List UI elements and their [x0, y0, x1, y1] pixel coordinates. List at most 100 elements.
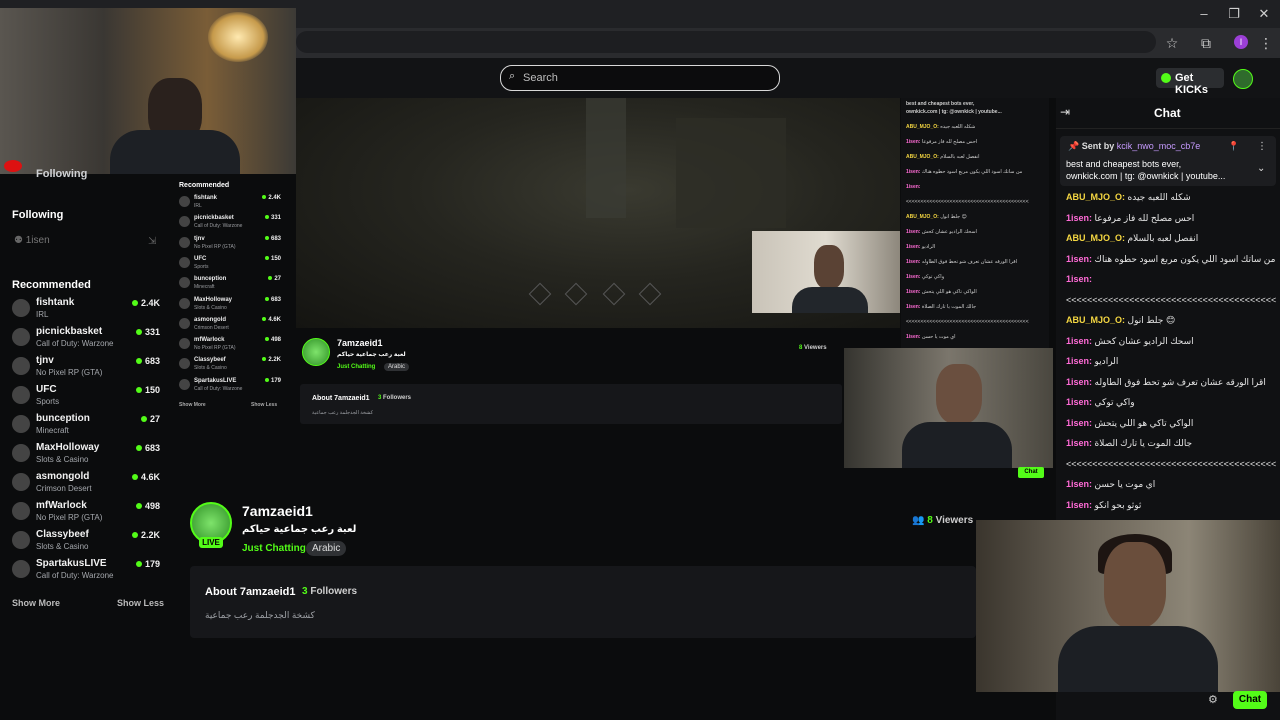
inner-chat-username: 1isen:	[906, 184, 921, 190]
address-bar[interactable]	[296, 31, 1156, 53]
chat-message: 1isen: اقرا الورقه عشان تعرف شو تحط فوق …	[1066, 377, 1276, 388]
chat-text: ثوثو بحو انكو	[1094, 499, 1142, 510]
mini-item-category: Slots & Casino	[194, 304, 227, 311]
mini-show-less: Show Less	[251, 402, 278, 408]
stream-category-link[interactable]: Just Chatting	[242, 543, 306, 554]
sidebar-item-name: bunception	[36, 413, 90, 424]
mini-avatar-icon	[179, 236, 190, 248]
inner-chat-text: اسحك الراديو عشان كحش	[921, 229, 977, 235]
sidebar-item-category: Slots & Casino	[36, 455, 89, 464]
inner-chat-message: 1isen: جالك الموت يا تارك الصلاة	[901, 303, 1049, 311]
mini-sidebar-item: Classybeef Slots & Casino 2.2K	[179, 357, 281, 377]
chat-text: شكله اللعبه جيده	[1127, 192, 1191, 202]
inner-chat-message: 1isen: الواكي تاكي هو اللي يتحش	[901, 288, 1049, 296]
chat-message: ABU_MJO_O: شكله اللعبه جيده	[1066, 192, 1276, 203]
mini-show-more: Show More	[179, 402, 206, 408]
followed-channel[interactable]: ⚉ 1isen	[14, 235, 50, 246]
channel-avatar-icon	[12, 386, 30, 404]
inner-followers-count: 3	[378, 395, 382, 401]
chat-username[interactable]: 1isen:	[1066, 418, 1092, 428]
bookmark-star-icon[interactable]: ☆	[1162, 33, 1182, 53]
search-icon: ⌕	[509, 70, 516, 82]
extensions-icon[interactable]: ⧉	[1196, 33, 1216, 53]
mini-item-category: No Pixel RP (GTA)	[194, 243, 236, 250]
mini-avatar-icon	[179, 216, 190, 228]
mini-item-category: Call of Duty: Warzone	[194, 223, 243, 230]
close-icon[interactable]: ✕	[1249, 4, 1279, 24]
show-less-link[interactable]: Show Less	[117, 598, 164, 608]
chat-username[interactable]: 1isen:	[1066, 377, 1092, 387]
unpin-icon[interactable]: 📍	[1228, 141, 1239, 152]
user-avatar[interactable]	[1233, 69, 1253, 89]
chat-username[interactable]: ABU_MJO_O:	[1066, 192, 1125, 202]
channel-name[interactable]: 7amzaeid1	[242, 503, 313, 519]
sidebar-item[interactable]: asmongold Crimson Desert 4.6K	[12, 471, 160, 499]
mini-sidebar-item: picnickbasket Call of Duty: Warzone 331	[179, 215, 281, 235]
sidebar-item-viewers: 27	[141, 414, 160, 424]
mini-recommended-heading: Recommended	[179, 182, 230, 189]
mini-avatar-icon	[179, 317, 190, 329]
sidebar-item[interactable]: picnickbasket Call of Duty: Warzone 331	[12, 326, 160, 354]
chat-username[interactable]: 1isen:	[1066, 356, 1092, 366]
chat-username[interactable]: 1isen:	[1066, 336, 1092, 346]
maximize-icon[interactable]: ❐	[1219, 4, 1249, 24]
expand-pinned-icon[interactable]: ⌄	[1257, 163, 1265, 174]
inner-followers-label: Followers	[383, 395, 412, 401]
chat-username[interactable]: 1isen:	[1066, 254, 1092, 264]
inner-chat-message: <<<<<<<<<<<<<<<<<<<<<<<<<<<<<<<<<<<<<<<<…	[901, 318, 1049, 326]
minimize-icon[interactable]: –	[1189, 4, 1219, 24]
chat-username[interactable]: 1isen:	[1066, 438, 1092, 448]
inner-chat-message: 1isen:	[901, 183, 1049, 191]
send-chat-button[interactable]: Chat	[1233, 691, 1267, 709]
sidebar-item[interactable]: mfWarlock No Pixel RP (GTA) 498	[12, 500, 160, 528]
mini-item-name: MaxHolloway	[194, 296, 233, 303]
sidebar-item[interactable]: fishtank IRL 2.4K	[12, 297, 160, 325]
mini-item-viewers: 683	[265, 236, 281, 242]
chat-username[interactable]: 1isen:	[1066, 274, 1092, 284]
mini-avatar-icon	[179, 358, 190, 370]
collapse-sidebar-icon[interactable]: ⇲	[148, 236, 156, 247]
inner-chat-text: <<<<<<<<<<<<<<<<<<<<<<<<<<<<<<<<<<<<<<<<…	[906, 319, 1029, 325]
mini-item-viewers: 2.4K	[262, 195, 281, 201]
sidebar-item[interactable]: tjnv No Pixel RP (GTA) 683	[12, 355, 160, 383]
chat-username[interactable]: 1isen:	[1066, 479, 1092, 489]
profile-avatar[interactable]: I	[1234, 35, 1248, 49]
mini-sidebar-item: tjnv No Pixel RP (GTA) 683	[179, 236, 281, 256]
chat-username[interactable]: 1isen:	[1066, 500, 1092, 510]
inner-chat-text: اقرا الورقه عشان تعرف شو تحط فوق الطاوله	[921, 259, 1018, 265]
sidebar-item-category: IRL	[36, 310, 49, 319]
chat-username[interactable]: ABU_MJO_O:	[1066, 233, 1125, 243]
show-more-link[interactable]: Show More	[12, 598, 60, 608]
inner-chat-message: 1isen: اقرا الورقه عشان تعرف شو تحط فوق …	[901, 258, 1049, 266]
sidebar-item[interactable]: SpartakusLIVE Call of Duty: Warzone 179	[12, 558, 160, 586]
pinned-menu-icon[interactable]: ⋮	[1257, 141, 1267, 152]
mini-item-category: Sports	[194, 263, 209, 270]
chat-message: 1isen: ثوثو بحو انكو	[1066, 500, 1276, 511]
search-input[interactable]: ⌕ Search	[500, 65, 780, 91]
chat-username[interactable]: ABU_MJO_O:	[1066, 315, 1125, 325]
chat-settings-icon[interactable]: ⚙	[1208, 693, 1218, 706]
sidebar-item-name: fishtank	[36, 297, 75, 308]
inner-chat-username: 1isen:	[906, 259, 921, 265]
sidebar-item[interactable]: Classybeef Slots & Casino 2.2K	[12, 529, 160, 557]
get-kicks-button[interactable]: Get KICKs	[1156, 68, 1224, 96]
mini-item-name: mfWarlock	[194, 337, 225, 344]
language-tag[interactable]: Arabic	[306, 541, 347, 556]
browser-menu-icon[interactable]: ⋮	[1256, 33, 1276, 53]
mini-sidebar-item: fishtank IRL 2.4K	[179, 195, 281, 215]
sidebar-item[interactable]: UFC Sports 150	[12, 384, 160, 412]
sidebar-item[interactable]: MaxHolloway Slots & Casino 683	[12, 442, 160, 470]
viewer-count: 👥 8 Viewers	[912, 515, 973, 526]
sidebar-item[interactable]: bunception Minecraft 27	[12, 413, 160, 441]
chat-message: 1isen: الراديو	[1066, 356, 1276, 367]
kick-coin-icon	[1161, 73, 1171, 83]
sidebar-item-category: Slots & Casino	[36, 542, 89, 551]
chat-username[interactable]: 1isen:	[1066, 397, 1092, 407]
mini-item-name: bunception	[194, 276, 227, 283]
inner-stream-title: لعبة رعب جماعية حياكم	[337, 352, 406, 358]
about-description: كشخة الجدجلمة رعب جماعية	[205, 610, 315, 620]
inner-chat-message: ABU_MJO_O: انفصل لعبه بالسلام	[901, 153, 1049, 161]
chat-username[interactable]: 1isen:	[1066, 213, 1092, 223]
collapse-chat-icon[interactable]: ⇥	[1060, 105, 1070, 119]
channel-avatar-icon	[12, 560, 30, 578]
